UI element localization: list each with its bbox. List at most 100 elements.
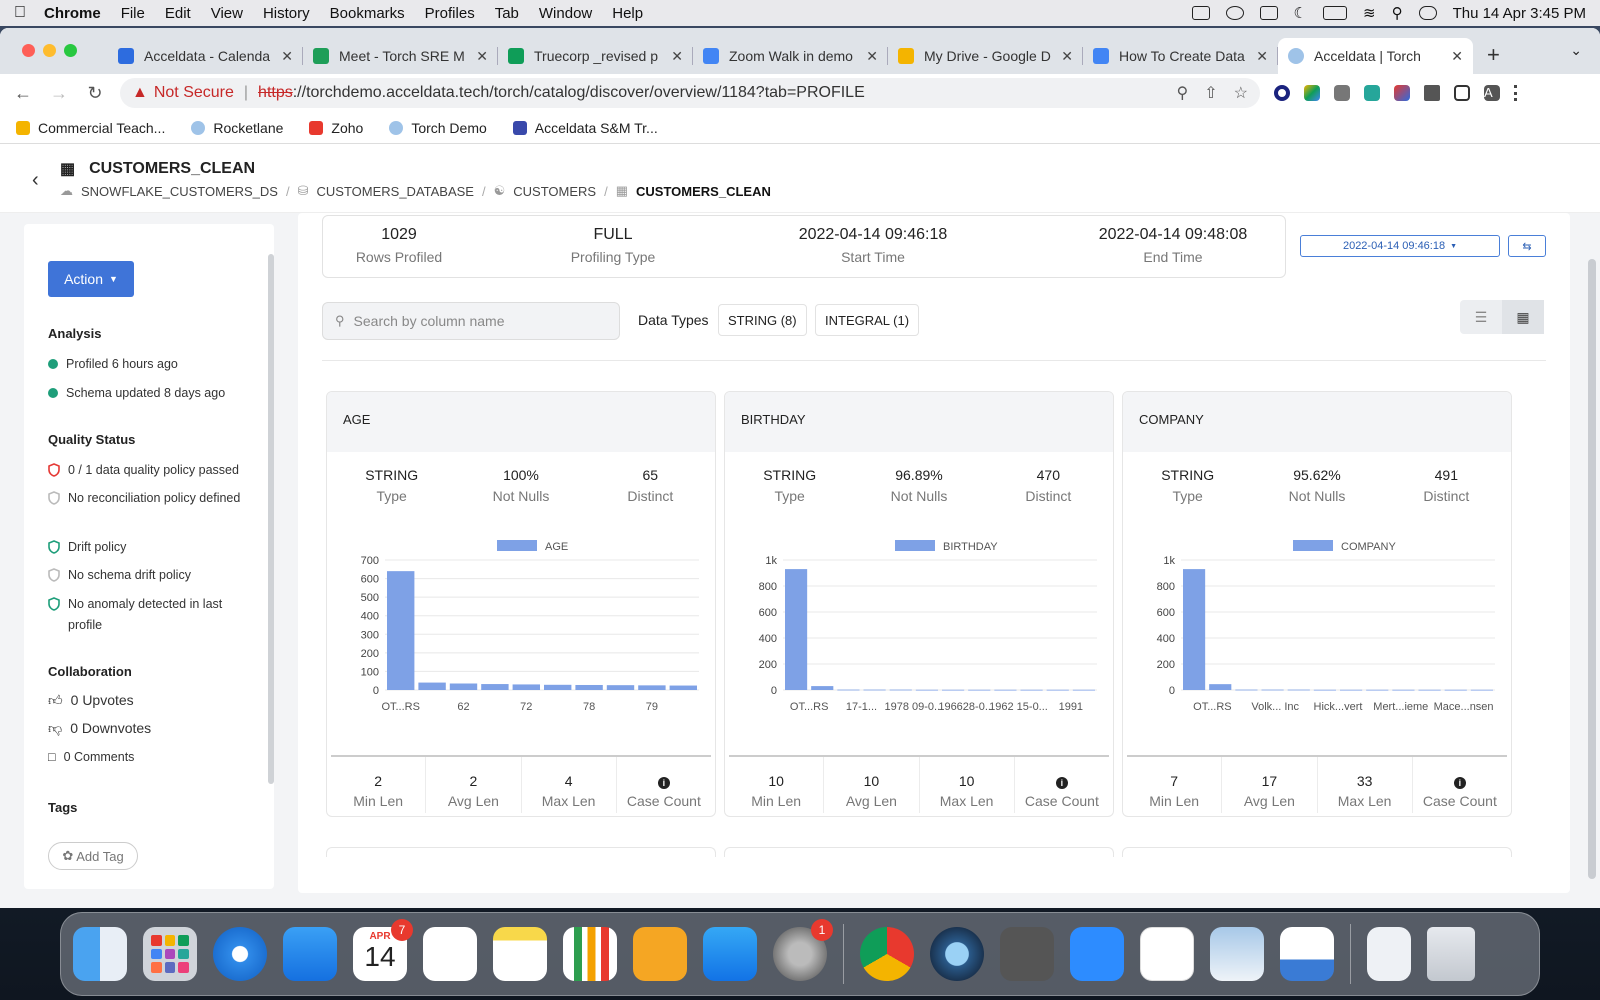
close-tab-icon[interactable]: ✕ bbox=[476, 48, 488, 65]
profile-avatar[interactable]: A bbox=[1484, 85, 1500, 101]
menu-clock[interactable]: Thu 14 Apr 3:45 PM bbox=[1453, 5, 1586, 22]
tab-search-chevron-icon[interactable]: ⌄ bbox=[1570, 42, 1582, 59]
menu-edit[interactable]: Edit bbox=[165, 5, 191, 22]
browser-tab[interactable]: Acceldata - Calenda ✕ bbox=[108, 38, 303, 74]
document-icon[interactable] bbox=[1367, 927, 1411, 981]
zoom-lens-icon[interactable]: ⚲ bbox=[1177, 83, 1189, 103]
notes-icon[interactable] bbox=[493, 927, 547, 981]
side-panel-icon[interactable] bbox=[1454, 85, 1470, 101]
back-chevron-icon[interactable]: ‹ bbox=[32, 169, 39, 192]
downvote-button[interactable]: 👎︎ 0 Downvotes bbox=[48, 718, 253, 739]
quality-item[interactable]: No anomaly detected in last profile bbox=[48, 594, 253, 636]
breadcrumb-item[interactable]: CUSTOMERS bbox=[513, 184, 596, 199]
add-tag-button[interactable]: ✿ Add Tag bbox=[48, 842, 138, 870]
address-bar[interactable]: ▲ Not Secure | https ://torchdemo.acceld… bbox=[120, 78, 1260, 108]
compare-profiles-button[interactable]: ⇆ bbox=[1508, 235, 1546, 257]
browser-tab[interactable]: Truecorp _revised p ✕ bbox=[498, 38, 693, 74]
column-card-age[interactable]: AGE STRING Type 100% Not Nulls 65 Distinct … bbox=[326, 391, 716, 817]
share-icon[interactable]: ⇧ bbox=[1204, 83, 1217, 103]
quicktime-icon[interactable] bbox=[930, 927, 984, 981]
quality-item[interactable]: No schema drift policy bbox=[48, 565, 253, 586]
forward-arrow-icon[interactable]: → bbox=[48, 83, 70, 104]
menu-window[interactable]: Window bbox=[539, 5, 592, 22]
browser-tab[interactable]: Meet - Torch SRE M ✕ bbox=[303, 38, 498, 74]
battery-icon[interactable] bbox=[1323, 6, 1347, 20]
menu-bookmarks[interactable]: Bookmarks bbox=[330, 5, 405, 22]
case-count[interactable]: i Case Count bbox=[1015, 757, 1109, 813]
extension-colorful-icon[interactable] bbox=[1394, 85, 1410, 101]
slack-icon[interactable] bbox=[1140, 927, 1194, 981]
menu-file[interactable]: File bbox=[121, 5, 145, 22]
close-window-icon[interactable] bbox=[22, 44, 35, 57]
browser-tab[interactable]: How To Create Data ✕ bbox=[1083, 38, 1278, 74]
page-scrollbar[interactable] bbox=[1588, 259, 1596, 879]
column-card-birthday[interactable]: BIRTHDAY STRING Type 96.89% Not Nulls 470 D… bbox=[724, 391, 1114, 817]
case-count[interactable]: i Case Count bbox=[1413, 757, 1507, 813]
finder-icon[interactable] bbox=[73, 927, 127, 981]
list-view-icon[interactable]: ☰ bbox=[1460, 300, 1502, 334]
vpn-status-icon[interactable] bbox=[1225, 6, 1244, 20]
case-count[interactable]: i Case Count bbox=[617, 757, 711, 813]
back-arrow-icon[interactable]: ← bbox=[12, 83, 34, 104]
column-card-company[interactable]: COMPANY STRING Type 95.62% Not Nulls 491 Di… bbox=[1122, 391, 1512, 817]
close-tab-icon[interactable]: ✕ bbox=[671, 48, 683, 65]
extension-teal-icon[interactable] bbox=[1364, 85, 1380, 101]
minimize-window-icon[interactable] bbox=[43, 44, 56, 57]
info-icon[interactable]: i bbox=[657, 777, 670, 789]
zoom-status-icon[interactable] bbox=[1191, 6, 1210, 20]
close-tab-icon[interactable]: ✕ bbox=[1451, 48, 1463, 65]
breadcrumb-item[interactable]: SNOWFLAKE_CUSTOMERS_DS bbox=[81, 184, 278, 199]
moon-icon[interactable]: ☾ bbox=[1294, 4, 1307, 22]
close-tab-icon[interactable]: ✕ bbox=[1256, 48, 1268, 65]
pages-icon[interactable] bbox=[633, 927, 687, 981]
filter-chip-integral[interactable]: INTEGRAL (1) bbox=[815, 304, 920, 336]
upvote-button[interactable]: 👍︎ 0 Upvotes bbox=[48, 690, 253, 711]
bookmark-item[interactable]: Torch Demo bbox=[389, 120, 487, 136]
breadcrumb-item[interactable]: CUSTOMERS_DATABASE bbox=[317, 184, 474, 199]
new-tab-icon[interactable]: + bbox=[1487, 42, 1500, 68]
chrome-icon[interactable] bbox=[860, 927, 914, 981]
grid-view-icon[interactable]: ▦ bbox=[1502, 300, 1544, 334]
close-tab-icon[interactable]: ✕ bbox=[281, 48, 293, 65]
bookmark-star-icon[interactable]: ☆ bbox=[1234, 83, 1248, 103]
control-center-icon[interactable] bbox=[1418, 6, 1437, 20]
puzzle-extensions-icon[interactable] bbox=[1424, 85, 1440, 101]
reload-icon[interactable]: ↻ bbox=[84, 83, 106, 104]
not-secure-label[interactable]: Not Secure bbox=[154, 84, 234, 102]
menu-profiles[interactable]: Profiles bbox=[425, 5, 475, 22]
launchpad-icon[interactable] bbox=[143, 927, 197, 981]
menu-tab[interactable]: Tab bbox=[495, 5, 519, 22]
more-vertical-icon[interactable] bbox=[1514, 85, 1518, 101]
extension-circle-icon[interactable] bbox=[1274, 85, 1290, 101]
bookmark-item[interactable]: Acceldata S&M Tr... bbox=[512, 120, 658, 136]
numbers-icon[interactable] bbox=[563, 927, 617, 981]
preview-icon[interactable] bbox=[1210, 927, 1264, 981]
safari-icon[interactable] bbox=[213, 927, 267, 981]
mail-icon[interactable] bbox=[283, 927, 337, 981]
keynote-icon[interactable] bbox=[1280, 927, 1334, 981]
system-preferences-icon[interactable]: 1 bbox=[773, 919, 833, 981]
close-tab-icon[interactable]: ✕ bbox=[866, 48, 878, 65]
trash-icon[interactable] bbox=[1427, 927, 1475, 981]
filter-chip-string[interactable]: STRING (8) bbox=[718, 304, 807, 336]
apple-icon[interactable]:  bbox=[14, 4, 26, 22]
info-icon[interactable]: i bbox=[1453, 777, 1466, 789]
extension-grey-icon[interactable] bbox=[1334, 85, 1350, 101]
sidebar-scrollbar[interactable] bbox=[268, 254, 274, 784]
comments-button[interactable]: □ 0 Comments bbox=[48, 747, 253, 768]
spotlight-search-icon[interactable]: ⚲ bbox=[1392, 4, 1403, 22]
profile-date-select[interactable]: 2022-04-14 09:46:18 ▼ bbox=[1300, 235, 1500, 257]
quality-item[interactable]: Drift policy bbox=[48, 537, 253, 558]
browser-tab-active[interactable]: Acceldata | Torch ✕ bbox=[1278, 38, 1473, 74]
browser-tab[interactable]: My Drive - Google D ✕ bbox=[888, 38, 1083, 74]
menu-history[interactable]: History bbox=[263, 5, 310, 22]
close-tab-icon[interactable]: ✕ bbox=[1061, 48, 1073, 65]
browser-tab[interactable]: Zoom Walk in demo ✕ bbox=[693, 38, 888, 74]
bookmark-item[interactable]: Zoho bbox=[309, 120, 363, 136]
menu-help[interactable]: Help bbox=[612, 5, 643, 22]
bookmark-item[interactable]: Rocketlane bbox=[191, 120, 283, 136]
column-search-input[interactable]: ⚲ Search by column name bbox=[322, 302, 620, 340]
calculator-icon[interactable] bbox=[1000, 927, 1054, 981]
drive-extension-icon[interactable] bbox=[1304, 85, 1320, 101]
app-store-icon[interactable] bbox=[703, 927, 757, 981]
